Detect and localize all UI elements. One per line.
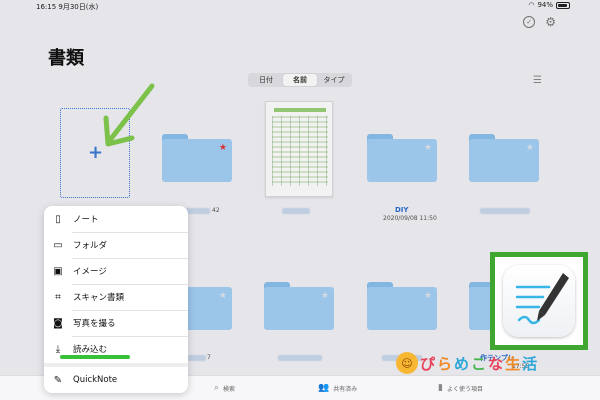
folder-date-diy: 2020/09/08 11:50 bbox=[383, 215, 437, 222]
tablet-icon: ▯ bbox=[55, 213, 61, 225]
menu-item-quicknote[interactable]: ✎ QuickNote bbox=[44, 367, 188, 393]
folder-label-blurred bbox=[188, 355, 206, 361]
scan-icon: ⌗ bbox=[55, 291, 61, 303]
import-icon: ⤓ bbox=[55, 343, 61, 355]
annotation-arrow bbox=[103, 83, 155, 147]
status-right: ◠ 94% bbox=[528, 1, 570, 9]
image-icon: ▣ bbox=[53, 265, 63, 277]
star-icon[interactable]: ★ bbox=[219, 143, 227, 153]
star-icon[interactable]: ★ bbox=[424, 291, 432, 301]
star-icon[interactable]: ★ bbox=[526, 143, 534, 153]
battery-icon bbox=[556, 1, 570, 9]
watermark-char: な bbox=[488, 354, 504, 373]
watermark-char: ぴ bbox=[420, 354, 436, 373]
watermark-char: 活 bbox=[522, 354, 538, 373]
app-icon-highlight bbox=[490, 252, 588, 350]
camera-icon: ◙ bbox=[53, 317, 63, 329]
folder-label-blurred bbox=[278, 355, 322, 361]
people-icon: 👥 bbox=[318, 383, 330, 393]
folder-name-diy: DIY bbox=[395, 206, 409, 214]
star-icon[interactable]: ★ bbox=[219, 291, 227, 301]
watermark-char: 生 bbox=[505, 354, 521, 373]
sort-by-name[interactable]: 名前 bbox=[283, 74, 317, 86]
folder-icon: ▭ bbox=[53, 239, 63, 251]
folder-item[interactable]: ★ bbox=[367, 282, 437, 330]
folder-label-suffix: 42 bbox=[212, 207, 220, 214]
battery-percent: 94% bbox=[537, 1, 553, 9]
sort-by-date[interactable]: 日付 bbox=[249, 74, 283, 86]
menu-item-scan[interactable]: ⌗ スキャン書類 bbox=[44, 284, 188, 310]
bookmark-icon: ▮ bbox=[438, 383, 443, 393]
menu-item-note[interactable]: ▯ ノート bbox=[44, 206, 188, 232]
folder-label-suffix: 7 bbox=[207, 354, 211, 361]
folder-item[interactable]: ★ bbox=[264, 282, 334, 330]
quicknote-icon: ✎ bbox=[53, 374, 63, 386]
sort-segmented-control: 日付 名前 タイプ bbox=[248, 73, 352, 87]
star-icon[interactable]: ★ bbox=[424, 143, 432, 153]
folder-item[interactable]: ★ bbox=[162, 134, 232, 182]
gear-icon[interactable]: ⚙ bbox=[545, 16, 556, 28]
new-item-menu: ▯ ノート ▭ フォルダ ▣ イメージ ⌗ スキャン書類 ◙ 写真を撮る ⤓ 読… bbox=[44, 206, 188, 393]
site-watermark: ☺ ぴ ら め こ な 生 活 bbox=[396, 352, 537, 374]
wifi-icon: ◠ bbox=[528, 1, 535, 9]
tab-favorites[interactable]: ▮ よく使う項目 bbox=[438, 383, 483, 393]
tab-shared[interactable]: 👥 共有済み bbox=[318, 383, 357, 393]
pen-paper-icon bbox=[515, 273, 569, 325]
folder-item[interactable]: ★ bbox=[469, 134, 539, 182]
watermark-char: こ bbox=[471, 354, 487, 373]
list-icon[interactable]: ☰ bbox=[533, 75, 542, 86]
mascot-icon: ☺ bbox=[396, 352, 418, 374]
menu-item-image[interactable]: ▣ イメージ bbox=[44, 258, 188, 284]
watermark-char: ら bbox=[437, 354, 453, 373]
status-time: 16:15 9月30日(水) bbox=[36, 3, 99, 11]
files-screen: 16:15 9月30日(水) ◠ 94% ✓ ⚙ 書類 日付 名前 タイプ ☰ … bbox=[0, 0, 600, 400]
folder-label-blurred bbox=[480, 208, 530, 214]
document-thumbnail[interactable] bbox=[265, 101, 333, 197]
goodnotes-app-icon[interactable] bbox=[503, 265, 575, 337]
document-label-blurred bbox=[282, 208, 310, 214]
page-title: 書類 bbox=[48, 48, 84, 69]
sort-by-type[interactable]: タイプ bbox=[317, 74, 351, 86]
star-icon[interactable]: ★ bbox=[321, 291, 329, 301]
status-bar: 16:15 9月30日(水) ◠ 94% bbox=[0, 0, 600, 12]
top-toolbar: ✓ ⚙ bbox=[523, 16, 556, 28]
checkmark-circle-icon[interactable]: ✓ bbox=[523, 16, 536, 28]
menu-item-camera[interactable]: ◙ 写真を撮る bbox=[44, 310, 188, 336]
highlight-underline bbox=[60, 355, 130, 359]
folder-item-diy[interactable]: ★ bbox=[367, 134, 437, 182]
search-icon: ⌕ bbox=[214, 383, 220, 393]
tab-search[interactable]: ⌕ 検索 bbox=[214, 383, 235, 393]
watermark-char: め bbox=[454, 354, 470, 373]
menu-item-folder[interactable]: ▭ フォルダ bbox=[44, 232, 188, 258]
